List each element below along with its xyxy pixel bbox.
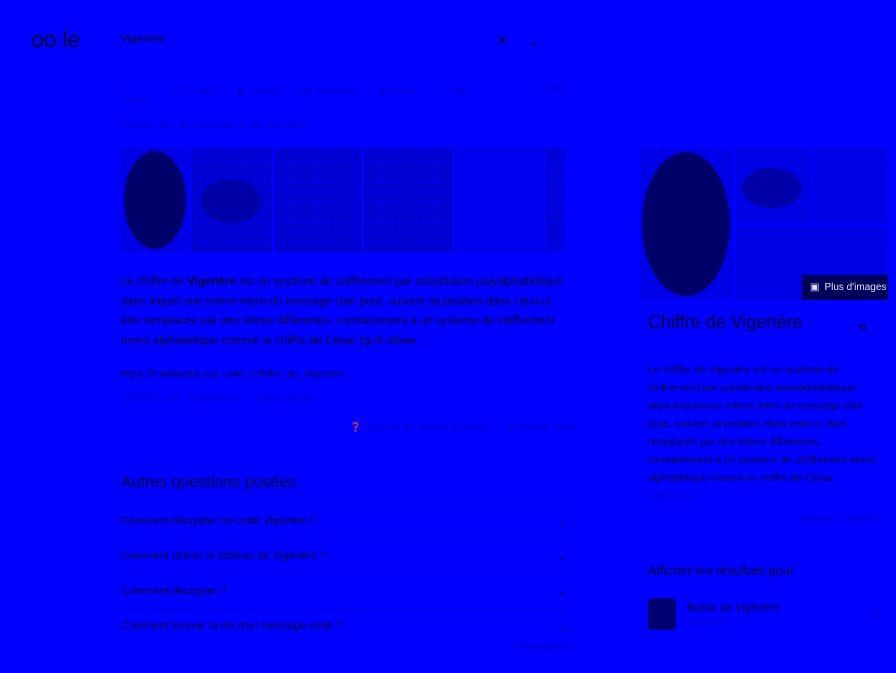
more-images-button[interactable]: ▣ Plus d'images (802, 275, 888, 300)
video-icon: ▶ (238, 86, 247, 98)
paa-list: Comment décrypter un code Vigenère ? ⌄ Co… (121, 503, 567, 643)
search-tabs: ⌕ ▢ Images ▶ Vidéos ▤ Actualités ⚲ Maps ⋮ Plu… (121, 82, 470, 101)
paa-comments-link[interactable]: Commentaires (513, 641, 572, 651)
chevron-down-icon: ⌄ (557, 515, 567, 528)
chevron-right-icon: › (874, 607, 878, 621)
more-icon: ⋮ (435, 86, 447, 98)
image-strip (121, 148, 567, 252)
images-icon: ▣ (810, 282, 820, 293)
wikipedia-link[interactable]: Wikipédia (648, 490, 694, 502)
comments-link[interactable]: ■ Commentaires (509, 422, 575, 433)
image-icon: ▢ (171, 86, 182, 98)
entity-name: Blaise de Vigenère (687, 601, 780, 614)
tab-videos[interactable]: ▶ Vidéos (238, 82, 281, 101)
featured-snippet: Le chiffre de Vigenère est un système de… (121, 276, 564, 347)
close-icon[interactable]: ✕ (496, 32, 508, 49)
avatar (648, 598, 676, 630)
entity-subtitle: Diplomate (687, 616, 728, 627)
flag-icon: ■ (508, 422, 517, 432)
logo[interactable]: oo le (31, 28, 81, 53)
paa-item[interactable]: Comment utiliser le tableau de Vigenère … (121, 538, 567, 573)
source-title-link[interactable]: Chiffre de Vigenère - Wikipédia (121, 389, 314, 405)
paa-item[interactable]: Comment décrypter ? ⌄ (121, 573, 567, 608)
about-snippets-link[interactable]: ❓ À propos des extraits optimisés (350, 422, 489, 433)
share-icon[interactable]: ⋖ (856, 318, 868, 335)
news-icon: ▤ (301, 86, 312, 98)
cipher-disk-image[interactable] (192, 148, 272, 252)
tab-more[interactable]: ⋮ Plus (435, 82, 469, 101)
results-for-heading: Afficher les résultats pour (648, 563, 795, 578)
chevron-down-icon: ⌄ (557, 620, 567, 633)
vigenere-table-image[interactable] (275, 148, 361, 252)
feedback-link[interactable]: Signaler un problème (799, 513, 885, 523)
tab-maps[interactable]: ⚲ Maps (379, 82, 416, 101)
chevron-down-icon: ⌄ (557, 585, 567, 598)
entity-card[interactable]: Blaise de Vigenère Diplomate › (648, 597, 878, 631)
kp-portrait-image[interactable] (640, 148, 733, 300)
vigenere-table-image-2[interactable] (364, 148, 452, 252)
source-url[interactable]: https://fr.wikipedia.org › wiki › Chiffr… (121, 369, 344, 380)
search-icon: ⌕ (121, 82, 128, 94)
portrait-image[interactable] (121, 148, 189, 252)
kp-title: Chiffre de Vigenère (648, 312, 803, 332)
cipher-chart-image[interactable] (455, 148, 565, 252)
tab-all[interactable]: ⌕ (121, 82, 151, 101)
kp-table-image[interactable] (813, 148, 887, 223)
tab-images[interactable]: ▢ Images (171, 82, 218, 101)
help-icon: ❓ (350, 422, 364, 432)
paa-item[interactable]: Comment trouver la clé d'un message codé… (121, 608, 567, 643)
paa-title: Autres questions posées (121, 474, 297, 491)
result-stats: Environ 469 000 résultats (0,49 secondes… (121, 120, 309, 131)
chevron-down-icon[interactable]: ⌄ (528, 34, 539, 50)
tools-button[interactable]: Outils (541, 83, 567, 94)
tab-news[interactable]: ▤ Actualités (301, 82, 359, 101)
map-pin-icon: ⚲ (378, 86, 387, 98)
snippet-meta: ❓ À propos des extraits optimisés ■ Comm… (350, 422, 575, 433)
kp-description: Le chiffre de Vigenère est un système de… (648, 364, 877, 502)
paa-item[interactable]: Comment décrypter un code Vigenère ? ⌄ (121, 503, 567, 538)
search-input[interactable]: Vigenère (121, 33, 165, 45)
kp-cipher-image[interactable] (736, 148, 811, 223)
chevron-down-icon: ⌄ (557, 550, 567, 563)
